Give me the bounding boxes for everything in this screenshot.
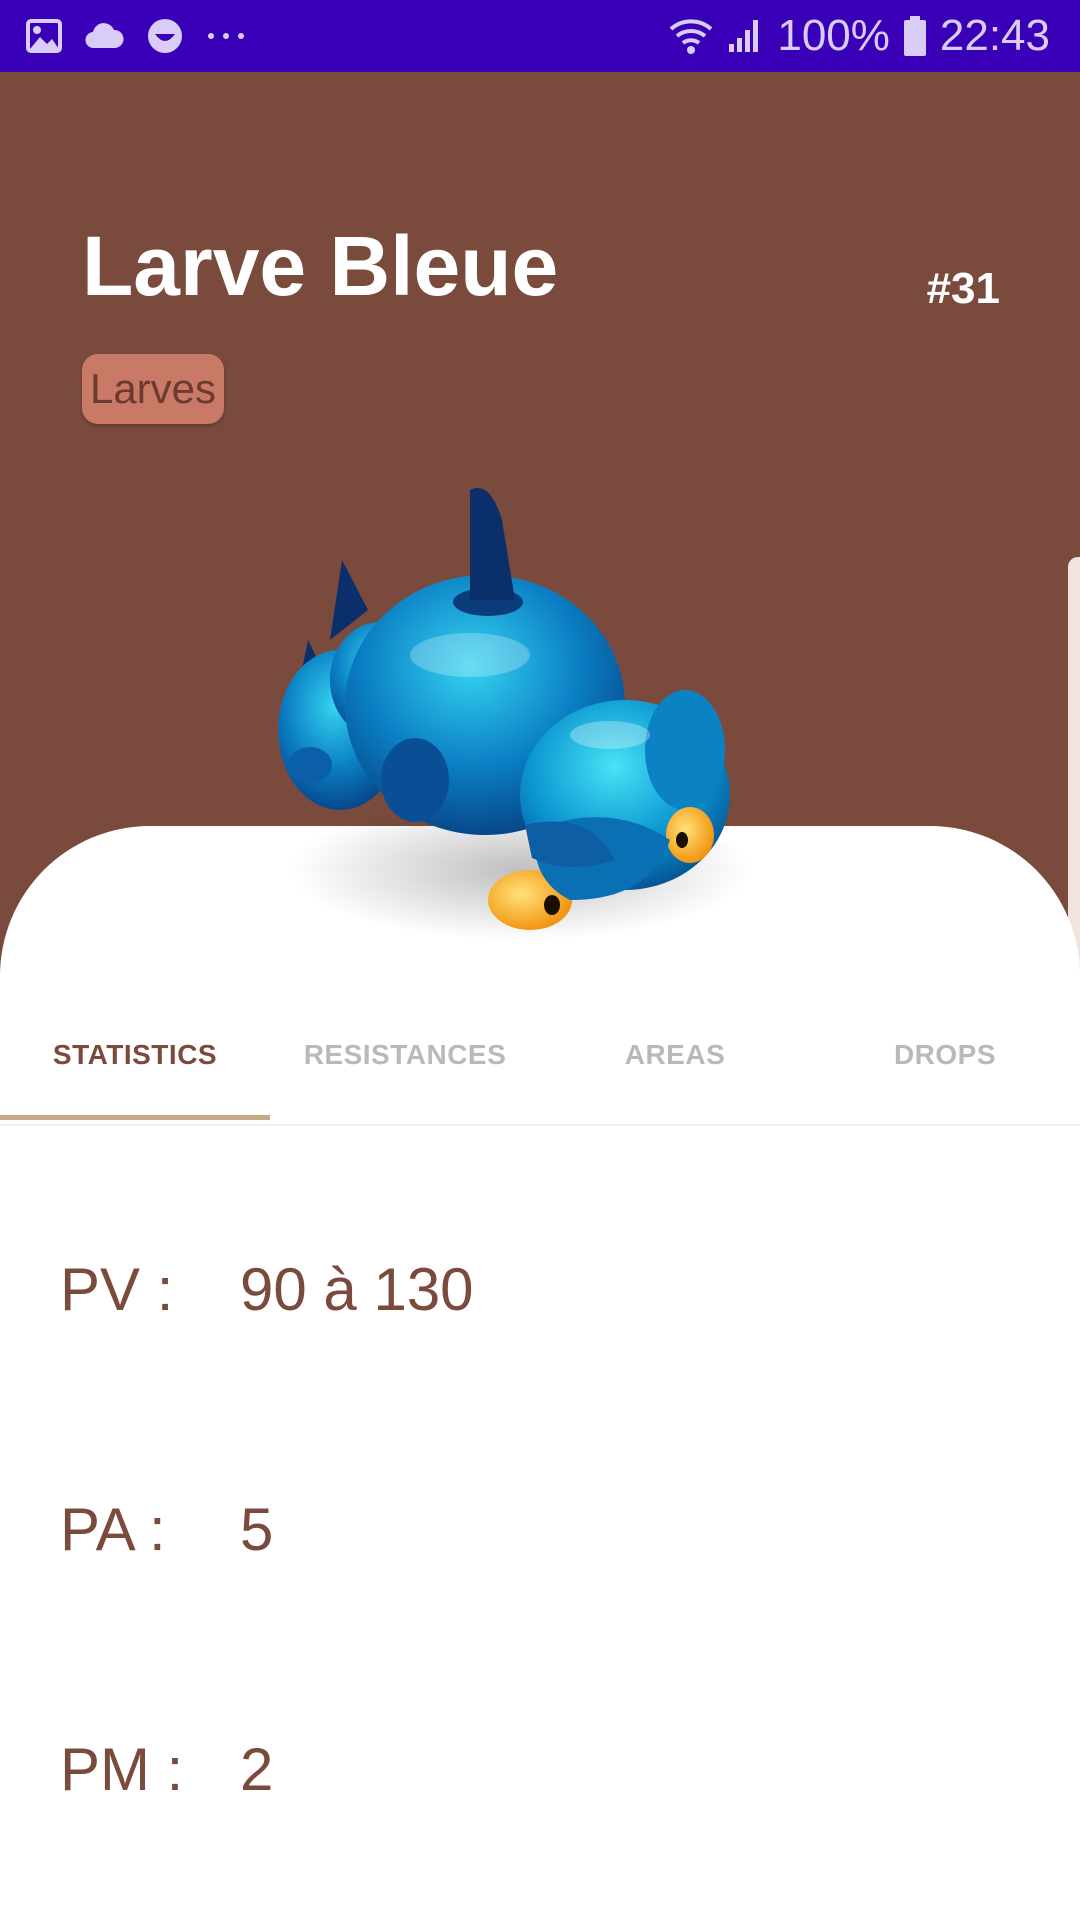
stat-row-pm: PM : 2 <box>60 1735 960 1815</box>
stat-value: 2 <box>240 1736 274 1803</box>
stat-label: PV : <box>60 1256 174 1323</box>
smiley-icon <box>146 17 184 55</box>
more-dots-icon <box>206 31 246 41</box>
stat-value: 5 <box>240 1496 274 1563</box>
monster-name: Larve Bleue <box>82 219 559 313</box>
monster-illustration <box>270 480 790 950</box>
tab-areas[interactable]: AREAS <box>540 990 810 1120</box>
stat-row-pa: PA : 5 <box>60 1495 960 1575</box>
image-icon <box>26 19 62 53</box>
wifi-icon <box>669 17 713 55</box>
family-chip[interactable]: Larves <box>82 354 224 424</box>
tab-divider <box>0 1124 1080 1126</box>
battery-icon <box>903 16 926 56</box>
status-bar: 100% 22:43 <box>0 0 1080 72</box>
tab-statistics[interactable]: STATISTICS <box>0 990 270 1120</box>
stat-label: PA : <box>60 1496 166 1563</box>
stat-row-pv: PV : 90 à 130 <box>60 1255 960 1335</box>
cloud-icon <box>84 22 124 50</box>
tab-drops[interactable]: DROPS <box>810 990 1080 1120</box>
stat-label: PM : <box>60 1736 184 1803</box>
stat-value: 90 à 130 <box>240 1256 474 1323</box>
tab-bar: STATISTICS RESISTANCES AREAS DROPS <box>0 990 1080 1120</box>
clock: 22:43 <box>939 11 1050 60</box>
signal-icon <box>727 18 763 54</box>
monster-number: #31 <box>926 264 1000 313</box>
status-bar-right: 100% 22:43 <box>669 10 1050 62</box>
tab-resistances[interactable]: RESISTANCES <box>270 990 540 1120</box>
status-bar-left <box>26 14 246 58</box>
battery-percent: 100% <box>777 11 890 60</box>
